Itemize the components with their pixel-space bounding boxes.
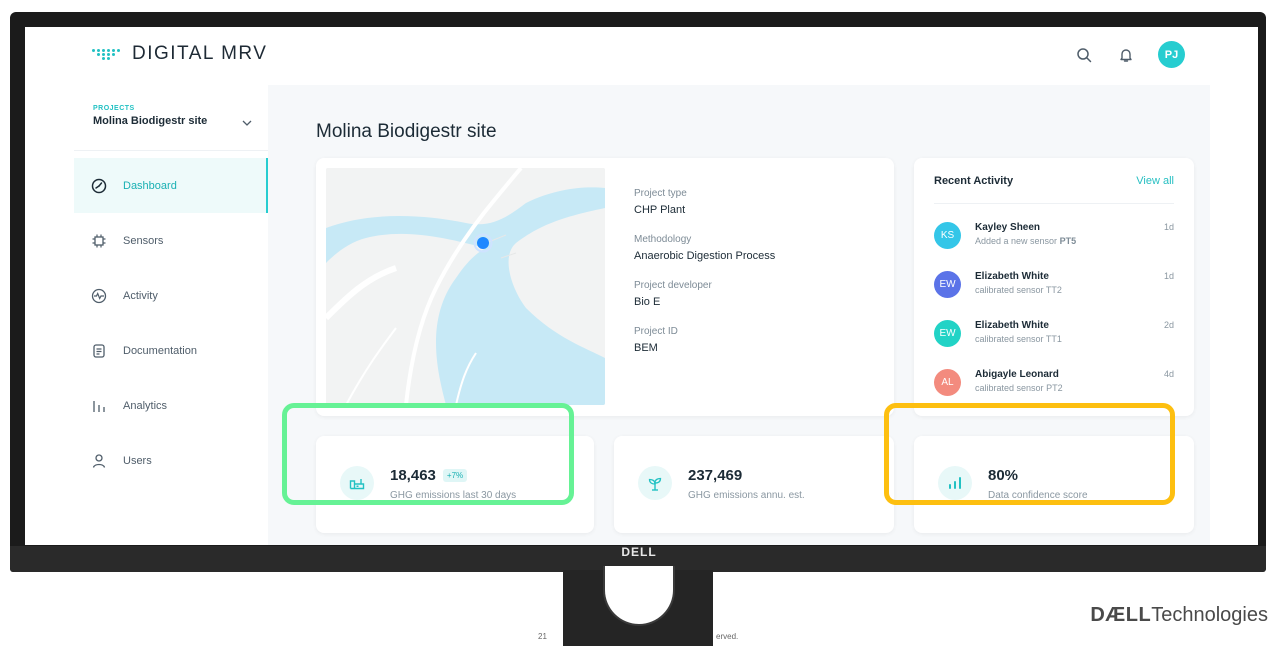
sidebar-item-analytics[interactable]: Analytics: [74, 378, 268, 433]
plant-icon: [638, 466, 672, 500]
avatar: EW: [934, 320, 961, 347]
top-bar: DIGITAL MRV PJ: [25, 27, 1258, 85]
activity-user: Abigayle Leonard: [975, 369, 1059, 380]
slide-number: 21: [538, 632, 547, 641]
project-selector[interactable]: PROJECTS Molina Biodigestr site: [74, 85, 268, 151]
list-item[interactable]: KS Kayley Sheen Added a new sensor PT5 1…: [934, 212, 1174, 261]
gauge-icon: [91, 178, 107, 194]
search-icon[interactable]: [1074, 45, 1094, 65]
user-avatar[interactable]: PJ: [1158, 41, 1185, 68]
sidebar-item-label: Users: [123, 454, 152, 467]
list-item[interactable]: EW Elizabeth White calibrated sensor TT2…: [934, 261, 1174, 310]
sidebar-item-documentation[interactable]: Documentation: [74, 323, 268, 378]
sidebar-item-dashboard[interactable]: Dashboard: [74, 158, 268, 213]
activity-time: 4d: [1163, 369, 1174, 379]
view-all-link[interactable]: View all: [1136, 175, 1174, 187]
chevron-down-icon[interactable]: [242, 113, 252, 131]
activity-header: Recent Activity View all: [934, 158, 1174, 204]
company-logo: DÆLLTechnologies: [1090, 604, 1268, 626]
bar-chart-icon: [91, 398, 107, 414]
avatar: KS: [934, 222, 961, 249]
avatar: AL: [934, 369, 961, 396]
activity-user: Kayley Sheen: [975, 222, 1041, 233]
sidebar-item-label: Analytics: [123, 399, 168, 412]
activity-time: 2d: [1163, 320, 1174, 330]
methodology-label: Methodology: [634, 234, 692, 245]
activity-description: Added a new sensor PT5: [975, 236, 1077, 246]
list-item[interactable]: AL Abigayle Leonard calibrated sensor PT…: [934, 359, 1174, 408]
list-item[interactable]: EW Elizabeth White calibrated sensor TT1…: [934, 310, 1174, 359]
sidebar-item-sensors[interactable]: Sensors: [74, 213, 268, 268]
sidebar-item-label: Documentation: [123, 344, 197, 357]
chip-icon: [91, 233, 107, 249]
sidebar-item-label: Sensors: [123, 234, 164, 247]
monitor-brand: DELL: [621, 545, 657, 559]
sidebar-nav: Dashboard Sensors Activity Documentation: [74, 158, 268, 488]
project-id-value: BEM: [634, 342, 658, 354]
activity-description: calibrated sensor TT1: [975, 334, 1062, 344]
bell-icon[interactable]: [1116, 45, 1136, 65]
logo-dots-icon: [92, 43, 122, 65]
sidebar-item-activity[interactable]: Activity: [74, 268, 268, 323]
project-map[interactable]: [326, 168, 605, 405]
sidebar-item-label: Activity: [123, 289, 158, 302]
methodology-value: Anaerobic Digestion Process: [634, 250, 776, 262]
activity-list: KS Kayley Sheen Added a new sensor PT5 1…: [934, 212, 1174, 408]
sidebar: PROJECTS Molina Biodigestr site Dashboar…: [74, 85, 268, 545]
stat-value: 237,469: [688, 467, 743, 484]
stat-card-ghg-annual[interactable]: 237,469 GHG emissions annu. est.: [614, 436, 894, 533]
project-id-label: Project ID: [634, 326, 678, 337]
project-details: Project type CHP Plant Methodology Anaer…: [634, 188, 775, 372]
recent-activity-card: Recent Activity View all KS Kayley Sheen…: [914, 158, 1194, 416]
sidebar-item-label: Dashboard: [123, 179, 177, 192]
activity-time: 1d: [1163, 222, 1174, 232]
page-title: Molina Biodigestr site: [316, 121, 497, 142]
activity-user: Elizabeth White: [975, 320, 1049, 331]
activity-description: calibrated sensor TT2: [975, 285, 1062, 295]
project-type-label: Project type: [634, 188, 687, 199]
document-icon: [91, 343, 107, 359]
pulse-icon: [91, 288, 107, 304]
project-type-value: CHP Plant: [634, 204, 686, 216]
slide-footer-text: erved.: [716, 632, 739, 641]
activity-description: calibrated sensor PT2: [975, 383, 1063, 393]
stat-label: GHG emissions annu. est.: [688, 490, 805, 501]
top-actions: PJ: [1074, 41, 1185, 68]
activity-title: Recent Activity: [934, 174, 1014, 187]
avatar: EW: [934, 271, 961, 298]
project-caption: PROJECTS: [93, 105, 135, 112]
app-logo[interactable]: DIGITAL MRV: [92, 43, 267, 65]
activity-user: Elizabeth White: [975, 271, 1049, 282]
activity-time: 1d: [1163, 271, 1174, 281]
project-card: Project type CHP Plant Methodology Anaer…: [316, 158, 894, 416]
sidebar-item-users[interactable]: Users: [74, 433, 268, 488]
highlight-green-box: [282, 403, 574, 505]
highlight-yellow-box: [884, 403, 1175, 505]
project-developer-value: Bio E: [634, 296, 661, 308]
user-icon: [91, 453, 107, 469]
logo-text: DIGITAL MRV: [132, 43, 268, 64]
project-developer-label: Project developer: [634, 280, 712, 291]
